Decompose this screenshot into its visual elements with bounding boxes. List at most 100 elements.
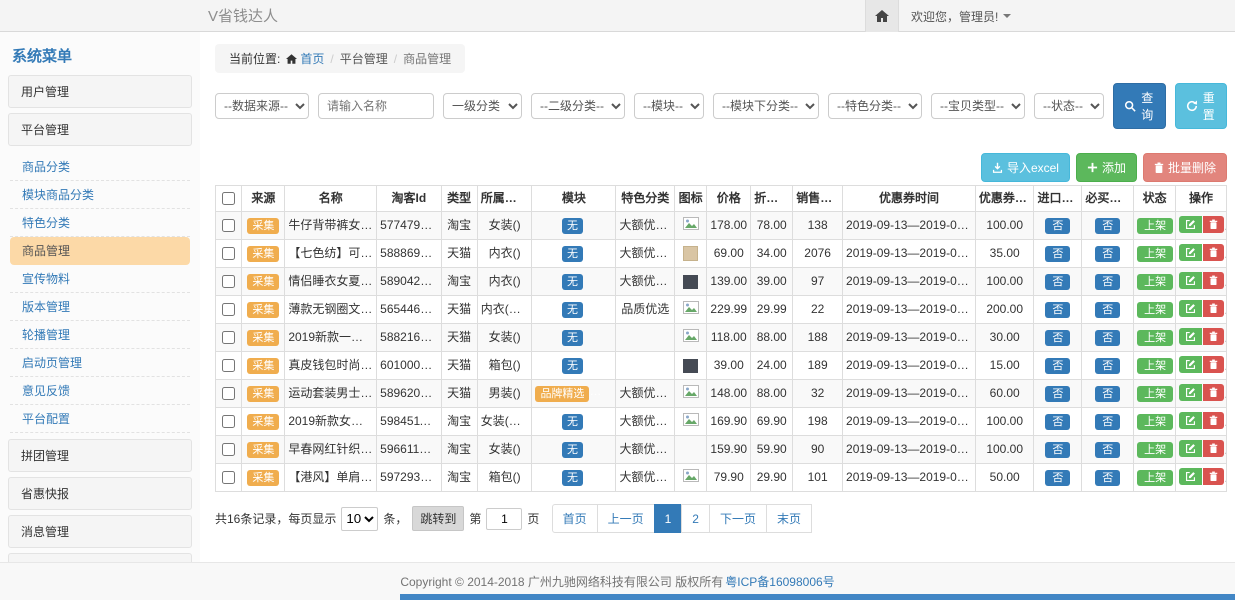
import-pick-toggle[interactable]: 否: [1045, 302, 1070, 318]
import-excel-button[interactable]: 导入excel: [981, 153, 1070, 182]
delete-button[interactable]: [1203, 440, 1224, 457]
row-checkbox[interactable]: [222, 247, 235, 260]
sidebar-item[interactable]: 商品管理: [10, 237, 190, 265]
must-buy-toggle[interactable]: 否: [1095, 470, 1120, 486]
row-checkbox[interactable]: [222, 219, 235, 232]
row-checkbox[interactable]: [222, 303, 235, 316]
status-button[interactable]: 上架: [1137, 330, 1173, 346]
delete-button[interactable]: [1203, 412, 1224, 429]
add-button[interactable]: 添加: [1076, 153, 1137, 182]
filter-select[interactable]: 一级分类: [443, 93, 522, 119]
jump-page-input[interactable]: [486, 508, 522, 530]
name-search-input[interactable]: [318, 93, 434, 119]
reset-button[interactable]: 重置: [1175, 83, 1228, 129]
import-pick-toggle[interactable]: 否: [1045, 274, 1070, 290]
sidebar-section[interactable]: 平台管理: [8, 113, 192, 146]
must-buy-toggle[interactable]: 否: [1095, 414, 1120, 430]
edit-button[interactable]: [1179, 216, 1202, 233]
row-checkbox[interactable]: [222, 331, 235, 344]
row-checkbox[interactable]: [222, 443, 235, 456]
filter-select[interactable]: --特色分类--: [828, 93, 922, 119]
status-button[interactable]: 上架: [1137, 470, 1173, 486]
import-pick-toggle[interactable]: 否: [1045, 386, 1070, 402]
home-button[interactable]: [865, 0, 899, 32]
import-pick-toggle[interactable]: 否: [1045, 218, 1070, 234]
search-button[interactable]: 查询: [1113, 83, 1166, 129]
import-pick-toggle[interactable]: 否: [1045, 442, 1070, 458]
delete-button[interactable]: [1203, 468, 1224, 485]
edit-button[interactable]: [1179, 300, 1202, 317]
must-buy-toggle[interactable]: 否: [1095, 358, 1120, 374]
must-buy-toggle[interactable]: 否: [1095, 330, 1120, 346]
import-pick-toggle[interactable]: 否: [1045, 470, 1070, 486]
status-button[interactable]: 上架: [1137, 386, 1173, 402]
status-button[interactable]: 上架: [1137, 414, 1173, 430]
filter-select[interactable]: --宝贝类型--: [931, 93, 1025, 119]
sidebar-section[interactable]: 用户管理: [8, 75, 192, 108]
import-pick-toggle[interactable]: 否: [1045, 414, 1070, 430]
sidebar-item[interactable]: 平台配置: [10, 405, 190, 433]
edit-button[interactable]: [1179, 412, 1202, 429]
page-button[interactable]: 末页: [766, 504, 812, 533]
status-button[interactable]: 上架: [1137, 302, 1173, 318]
edit-button[interactable]: [1179, 440, 1202, 457]
delete-button[interactable]: [1203, 384, 1224, 401]
sidebar-item[interactable]: 意见反馈: [10, 377, 190, 405]
import-pick-toggle[interactable]: 否: [1045, 246, 1070, 262]
status-button[interactable]: 上架: [1137, 218, 1173, 234]
status-button[interactable]: 上架: [1137, 358, 1173, 374]
batch-delete-button[interactable]: 批量删除: [1143, 153, 1227, 182]
breadcrumb-item[interactable]: 平台管理: [340, 50, 388, 67]
edit-button[interactable]: [1179, 468, 1202, 485]
sidebar-section[interactable]: 拼团管理: [8, 439, 192, 472]
sidebar-item[interactable]: 轮播管理: [10, 321, 190, 349]
page-button[interactable]: 下一页: [709, 504, 767, 533]
jump-button[interactable]: 跳转到: [412, 506, 464, 531]
sidebar-section[interactable]: 省惠快报: [8, 477, 192, 510]
per-page-select[interactable]: 10: [341, 507, 378, 531]
import-pick-toggle[interactable]: 否: [1045, 358, 1070, 374]
must-buy-toggle[interactable]: 否: [1095, 386, 1120, 402]
filter-select[interactable]: --模块下分类--: [713, 93, 819, 119]
delete-button[interactable]: [1203, 356, 1224, 373]
filter-select[interactable]: --二级分类--: [531, 93, 625, 119]
sidebar-item[interactable]: 宣传物料: [10, 265, 190, 293]
breadcrumb-home-link[interactable]: 首页: [286, 50, 324, 67]
page-button[interactable]: 1: [654, 504, 683, 533]
edit-button[interactable]: [1179, 356, 1202, 373]
user-menu[interactable]: 欢迎您，管理员!: [899, 0, 1023, 32]
delete-button[interactable]: [1203, 272, 1224, 289]
sidebar-item[interactable]: 特色分类: [10, 209, 190, 237]
select-all-checkbox[interactable]: [222, 192, 235, 205]
delete-button[interactable]: [1203, 216, 1224, 233]
row-checkbox[interactable]: [222, 359, 235, 372]
edit-button[interactable]: [1179, 272, 1202, 289]
must-buy-toggle[interactable]: 否: [1095, 302, 1120, 318]
data-source-select[interactable]: --数据来源--: [215, 93, 309, 119]
status-button[interactable]: 上架: [1137, 274, 1173, 290]
status-button[interactable]: 上架: [1137, 442, 1173, 458]
status-button[interactable]: 上架: [1137, 246, 1173, 262]
page-button[interactable]: 首页: [552, 504, 598, 533]
sidebar-item[interactable]: 启动页管理: [10, 349, 190, 377]
filter-select[interactable]: --模块--: [634, 93, 704, 119]
import-pick-toggle[interactable]: 否: [1045, 330, 1070, 346]
icp-link[interactable]: 粤ICP备16098006号: [725, 573, 834, 590]
sidebar-item[interactable]: 版本管理: [10, 293, 190, 321]
must-buy-toggle[interactable]: 否: [1095, 442, 1120, 458]
edit-button[interactable]: [1179, 244, 1202, 261]
row-checkbox[interactable]: [222, 471, 235, 484]
must-buy-toggle[interactable]: 否: [1095, 274, 1120, 290]
edit-button[interactable]: [1179, 328, 1202, 345]
row-checkbox[interactable]: [222, 387, 235, 400]
page-button[interactable]: 2: [681, 504, 710, 533]
filter-select[interactable]: --状态--: [1034, 93, 1104, 119]
row-checkbox[interactable]: [222, 275, 235, 288]
page-button[interactable]: 上一页: [597, 504, 655, 533]
sidebar-item[interactable]: 模块商品分类: [10, 181, 190, 209]
delete-button[interactable]: [1203, 328, 1224, 345]
delete-button[interactable]: [1203, 300, 1224, 317]
edit-button[interactable]: [1179, 384, 1202, 401]
must-buy-toggle[interactable]: 否: [1095, 246, 1120, 262]
sidebar-section[interactable]: 消息管理: [8, 515, 192, 548]
